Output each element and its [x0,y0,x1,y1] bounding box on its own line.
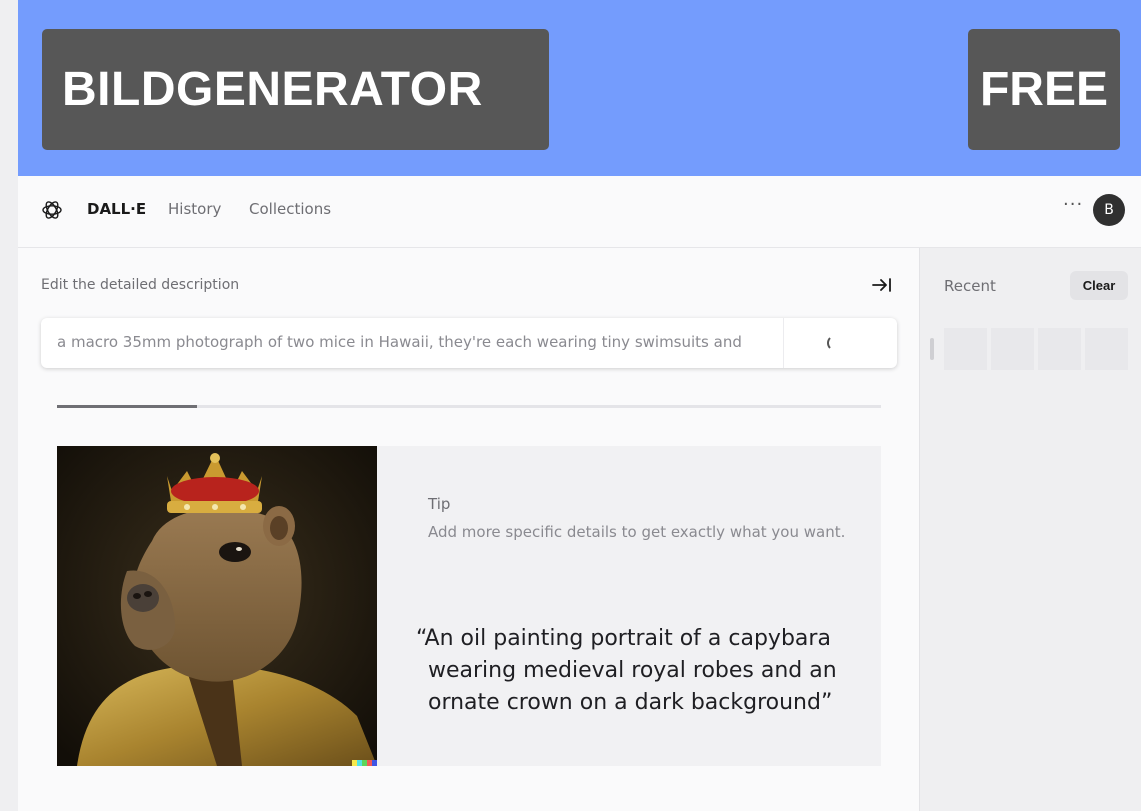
capybara-painting-image [57,446,377,766]
nav-collections[interactable]: Collections [249,200,331,218]
spinner-icon [827,335,843,351]
clear-button[interactable]: Clear [1070,271,1128,300]
generation-badge [352,760,377,766]
example-card: Tip Add more specific details to get exa… [57,446,881,766]
recent-label: Recent [944,277,996,295]
openai-logo-icon[interactable] [40,198,64,222]
page: BILDGENERATOR FREE DALL·E History Collec… [18,0,1141,811]
recent-thumbnail[interactable] [1038,328,1081,370]
example-prompt-quote[interactable]: “An oil painting portrait of a capybara … [416,623,846,719]
recent-sidebar: Recent Clear [919,248,1141,811]
tip-title: Tip [428,495,451,513]
promo-banner: BILDGENERATOR FREE [18,0,1141,176]
avatar[interactable]: B [1093,194,1125,226]
quote-line: ornate crown on a dark background” [428,690,833,715]
free-badge: FREE [968,29,1120,150]
banner-title: BILDGENERATOR [42,29,549,150]
recent-thumbnail[interactable] [944,328,987,370]
quote-line: “An oil painting portrait of a capybara [416,626,831,651]
badge-color-segment [372,760,377,766]
progress-fill [57,405,198,408]
more-options-icon[interactable]: ··· [1063,194,1083,215]
generation-progress [57,405,881,408]
prompt-divider [783,318,784,368]
arrow-right-to-bar-icon[interactable] [871,274,893,296]
quote-line: wearing medieval royal robes and an [428,658,837,683]
nav-history[interactable]: History [168,200,221,218]
recent-thumbnail[interactable] [1085,328,1128,370]
prompt-text[interactable]: a macro 35mm photograph of two mice in H… [57,333,767,351]
edit-description-label: Edit the detailed description [41,277,240,293]
prompt-input[interactable]: a macro 35mm photograph of two mice in H… [41,318,897,368]
recent-thumbnails [944,328,1128,370]
tip-body: Add more specific details to get exactly… [428,523,846,541]
nav-dalle[interactable]: DALL·E [87,200,146,218]
main-panel: Edit the detailed description a macro 35… [18,248,919,811]
top-navigation: DALL·E History Collections ··· B [18,176,1141,248]
scroll-handle[interactable] [930,338,934,360]
recent-thumbnail[interactable] [991,328,1034,370]
